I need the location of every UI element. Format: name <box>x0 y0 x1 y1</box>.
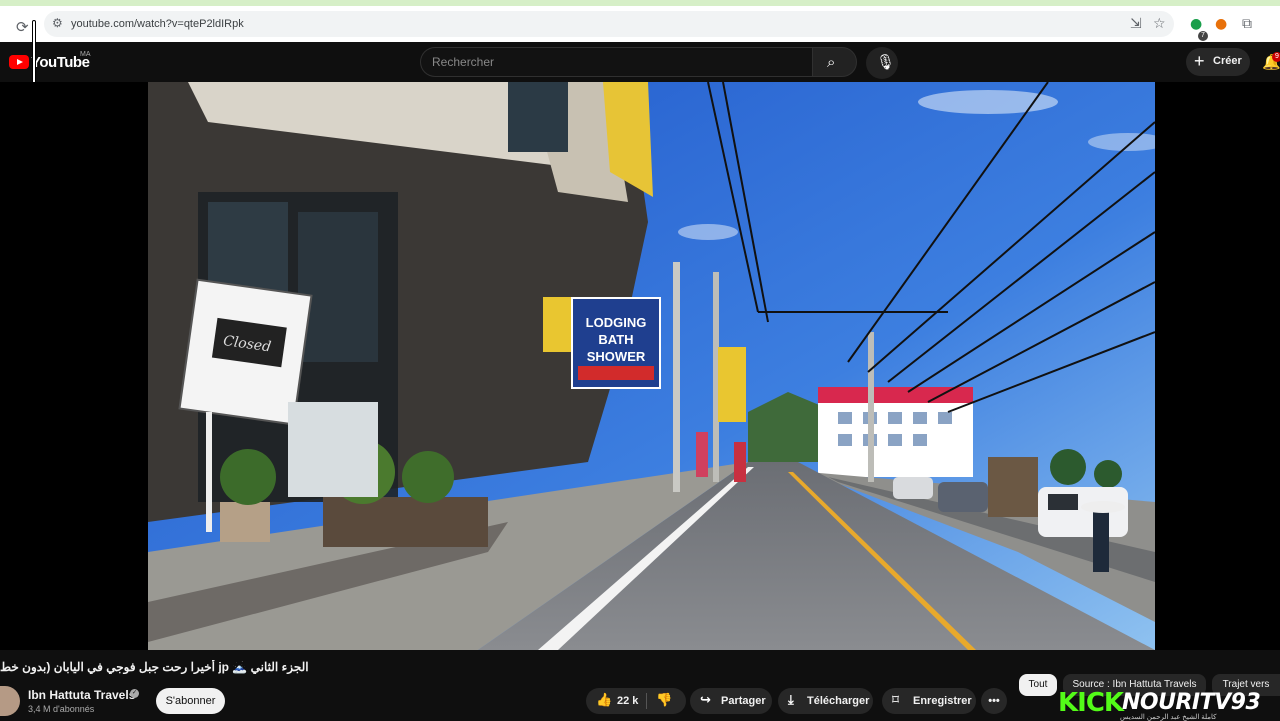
reload-icon[interactable]: ⟳ <box>16 18 29 36</box>
like-count[interactable]: 22 k <box>617 695 638 707</box>
url-text[interactable]: youtube.com/watch?v=qteP2ldIRpk <box>71 18 244 30</box>
share-icon: ↪ <box>700 693 711 708</box>
plus-icon: + <box>1194 51 1205 71</box>
watermark-kick-logo: KICK <box>1058 688 1124 718</box>
thumbs-down-icon[interactable]: 👎 <box>656 693 672 708</box>
subscriber-count: 3,4 M d'abonnés <box>28 704 95 714</box>
search-button[interactable]: ⌕ <box>812 47 857 77</box>
search-input[interactable] <box>432 55 802 69</box>
channel-avatar[interactable] <box>0 686 20 716</box>
sign-lodging: LODGING <box>586 315 647 330</box>
share-button[interactable]: ↪ Partager <box>690 688 772 714</box>
country-code: MA <box>80 51 91 58</box>
bookmark-icon: ⌑ <box>892 693 900 708</box>
search-icon: ⌕ <box>827 53 836 71</box>
watermark-channel: NOURITV93 <box>1122 690 1261 715</box>
extensions-puzzle-icon[interactable]: ⧉ <box>1242 16 1252 32</box>
share-label: Partager <box>721 695 766 707</box>
like-dislike-group: 👍 22 k 👎 <box>586 688 686 714</box>
more-actions-button[interactable]: ••• <box>981 688 1007 714</box>
notification-count-badge: 9 <box>1272 52 1280 62</box>
create-button[interactable]: + Créer <box>1186 48 1250 76</box>
install-icon[interactable]: ⇲ <box>1130 16 1142 32</box>
save-label: Enregistrer <box>913 695 972 707</box>
site-info-icon[interactable]: ⚙ <box>52 16 63 30</box>
microphone-icon: 🎙 <box>876 53 896 71</box>
video-street-scene: LODGING BATH SHOWER Closed <box>148 82 1155 650</box>
youtube-logo-icon[interactable] <box>9 55 29 69</box>
sign-bath: BATH <box>598 332 633 347</box>
youtube-header: YouTube MA ⌕ 🎙 + Créer 🔔 9 <box>0 42 1280 82</box>
voice-search-button[interactable]: 🎙 <box>866 47 898 79</box>
mouse-cursor <box>32 20 36 90</box>
create-label: Créer <box>1213 55 1242 67</box>
download-button[interactable]: ⤓ Télécharger <box>778 688 873 714</box>
search-box <box>420 47 812 77</box>
bookmark-star-icon[interactable]: ☆ <box>1153 16 1166 32</box>
extension-icon[interactable]: ● <box>1190 16 1202 32</box>
video-title: الجزء الثاني 🗻 jp أخيرا رحت جبل فوجي في … <box>0 660 309 674</box>
stream-watermark: KICK NOURITV93 كاملة الشيخ عبد الرحمن ال… <box>1020 688 1280 721</box>
video-frame[interactable]: LODGING BATH SHOWER Closed <box>148 82 1155 650</box>
like-divider <box>646 693 647 709</box>
video-player[interactable]: LODGING BATH SHOWER Closed <box>0 82 1280 650</box>
download-icon: ⤓ <box>788 693 794 708</box>
download-label: Télécharger <box>807 695 870 707</box>
verified-icon: ✓ <box>130 689 139 698</box>
subscribe-button[interactable]: S'abonner <box>156 688 225 714</box>
thumbs-up-icon[interactable]: 👍 <box>596 693 612 708</box>
save-button[interactable]: ⌑ Enregistrer <box>882 688 976 714</box>
profile-extension-icon[interactable]: ● <box>1215 16 1227 32</box>
extension-badge: 7 <box>1198 31 1208 41</box>
browser-toolbar: ⟳ ⚙ youtube.com/watch?v=qteP2ldIRpk ⇲ ☆ … <box>0 0 1280 42</box>
sign-shower: SHOWER <box>587 349 646 364</box>
channel-name[interactable]: Ibn Hattuta Travels <box>28 688 135 702</box>
